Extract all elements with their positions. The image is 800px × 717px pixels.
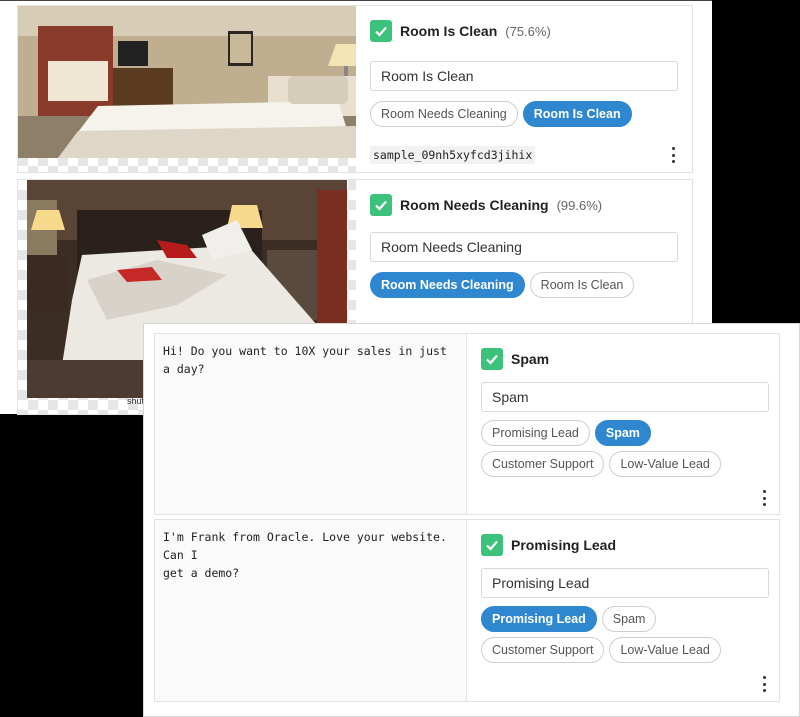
label-chip-group: Promising Lead Spam Customer Support Low…: [481, 606, 771, 663]
chip-room-needs-cleaning[interactable]: Room Needs Cleaning: [370, 272, 525, 298]
label-input[interactable]: Room Is Clean: [370, 61, 678, 91]
label-chip-group: Room Needs Cleaning Room Is Clean: [370, 101, 632, 127]
text-label-panel: Promising Lead Promising Lead Promising …: [479, 520, 779, 701]
label-input[interactable]: Promising Lead: [481, 568, 769, 598]
text-sample-card: I'm Frank from Oracle. Love your website…: [154, 519, 780, 702]
sample-text: I'm Frank from Oracle. Love your website…: [155, 520, 467, 701]
chip-spam[interactable]: Spam: [601, 606, 657, 632]
chip-room-is-clean[interactable]: Room Is Clean: [522, 101, 632, 127]
chip-low-value-lead[interactable]: Low-Value Lead: [609, 637, 721, 663]
chip-promising-lead[interactable]: Promising Lead: [481, 420, 590, 446]
image-label-panel: Room Is Clean (75.6%) Room Is Clean Room…: [368, 6, 692, 172]
chip-room-is-clean[interactable]: Room Is Clean: [529, 272, 635, 298]
check-icon[interactable]: [481, 534, 503, 556]
label-input[interactable]: Room Needs Cleaning: [370, 232, 678, 262]
chip-customer-support[interactable]: Customer Support: [481, 451, 605, 477]
kebab-menu-icon[interactable]: [759, 490, 769, 506]
confidence-score: (75.6%): [505, 23, 551, 39]
text-label-panel: Spam Spam Promising Lead Spam Customer S…: [479, 334, 779, 514]
chip-low-value-lead[interactable]: Low-Value Lead: [609, 451, 721, 477]
label-chip-group: Promising Lead Spam Customer Support Low…: [481, 420, 771, 477]
confidence-score: (99.6%): [556, 197, 603, 213]
predicted-label: Room Needs Cleaning: [400, 197, 549, 213]
check-icon[interactable]: [370, 194, 392, 216]
chip-promising-lead[interactable]: Promising Lead: [481, 606, 597, 632]
predicted-label: Spam: [511, 351, 550, 367]
chip-room-needs-cleaning[interactable]: Room Needs Cleaning: [370, 101, 518, 127]
image-watermark: shut: [127, 396, 145, 406]
kebab-menu-icon[interactable]: [759, 676, 769, 692]
sample-id: sample_09nh5xyfcd3jihix: [370, 146, 536, 164]
kebab-menu-icon[interactable]: [668, 147, 678, 163]
check-icon[interactable]: [370, 20, 392, 42]
sample-text: Hi! Do you want to 10X your sales in jus…: [155, 334, 467, 514]
label-chip-group: Room Needs Cleaning Room Is Clean: [370, 272, 635, 298]
predicted-label: Room Is Clean: [400, 23, 498, 39]
predicted-label: Promising Lead: [511, 537, 617, 553]
text-classification-panel: Hi! Do you want to 10X your sales in jus…: [143, 323, 800, 717]
label-input[interactable]: Spam: [481, 382, 769, 412]
chip-spam[interactable]: Spam: [594, 420, 651, 446]
hotel-room-clean-image: [18, 6, 356, 172]
text-sample-card: Hi! Do you want to 10X your sales in jus…: [154, 333, 780, 515]
image-sample-card: Room Is Clean (75.6%) Room Is Clean Room…: [17, 5, 693, 173]
chip-customer-support[interactable]: Customer Support: [481, 637, 605, 663]
check-icon[interactable]: [481, 348, 503, 370]
